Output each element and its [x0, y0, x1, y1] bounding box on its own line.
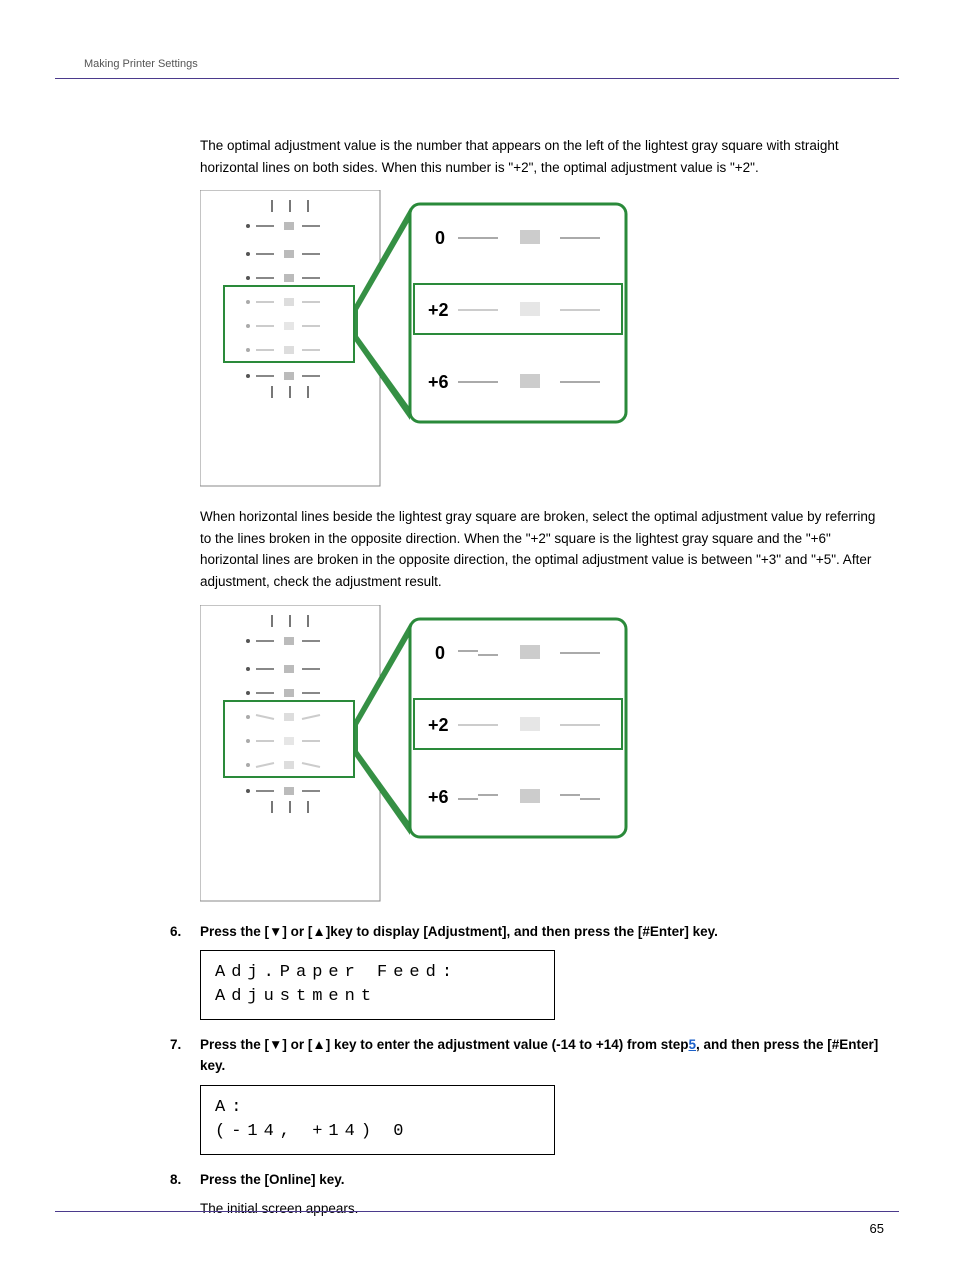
- paragraph-2: When horizontal lines beside the lightes…: [200, 506, 879, 592]
- lcd-line-1: Adj.Paper Feed:: [215, 961, 540, 985]
- svg-text:0: 0: [435, 643, 445, 663]
- up-arrow-icon: ▲: [312, 1037, 325, 1052]
- step-6: 6. Press the [▼] or [▲]key to display [A…: [200, 921, 879, 943]
- svg-text:+6: +6: [428, 787, 449, 807]
- step-8-sub: The initial screen appears.: [200, 1198, 879, 1220]
- footer-rule: [55, 1211, 899, 1212]
- header-rule: [55, 78, 899, 79]
- step-number: 6.: [170, 921, 200, 943]
- lcd-display-2: A: (-14, +14) 0: [200, 1085, 555, 1155]
- callout-label-0: 0: [435, 228, 445, 248]
- step-number: 8.: [170, 1169, 200, 1191]
- up-arrow-icon: ▲: [312, 924, 325, 939]
- lcd-line-1: A:: [215, 1096, 540, 1120]
- running-head: Making Printer Settings: [84, 58, 198, 70]
- lcd-display-1: Adj.Paper Feed: Adjustment: [200, 950, 555, 1020]
- step-number: 7.: [170, 1034, 200, 1077]
- down-arrow-icon: ▼: [269, 1037, 282, 1052]
- lcd-line-2: (-14, +14) 0: [215, 1120, 540, 1144]
- step-8: 8. Press the [Online] key.: [200, 1169, 879, 1191]
- step-8-text: Press the [Online] key.: [200, 1169, 879, 1191]
- svg-text:+2: +2: [428, 715, 449, 735]
- step-6-text: Press the [▼] or [▲]key to display [Adju…: [200, 921, 879, 943]
- adjustment-diagram-1: 0 +2 +6: [200, 190, 879, 488]
- callout-label-2: +2: [428, 300, 449, 320]
- paragraph-1: The optimal adjustment value is the numb…: [200, 135, 879, 178]
- lcd-line-2: Adjustment: [215, 985, 540, 1009]
- adjustment-diagram-2: 0 +2 +6: [200, 605, 879, 903]
- step-7: 7. Press the [▼] or [▲] key to enter the…: [200, 1034, 879, 1077]
- step-7-text: Press the [▼] or [▲] key to enter the ad…: [200, 1034, 879, 1077]
- callout-label-6: +6: [428, 372, 449, 392]
- page-number: 65: [870, 1221, 884, 1236]
- down-arrow-icon: ▼: [269, 924, 282, 939]
- step-5-link[interactable]: 5: [689, 1037, 697, 1052]
